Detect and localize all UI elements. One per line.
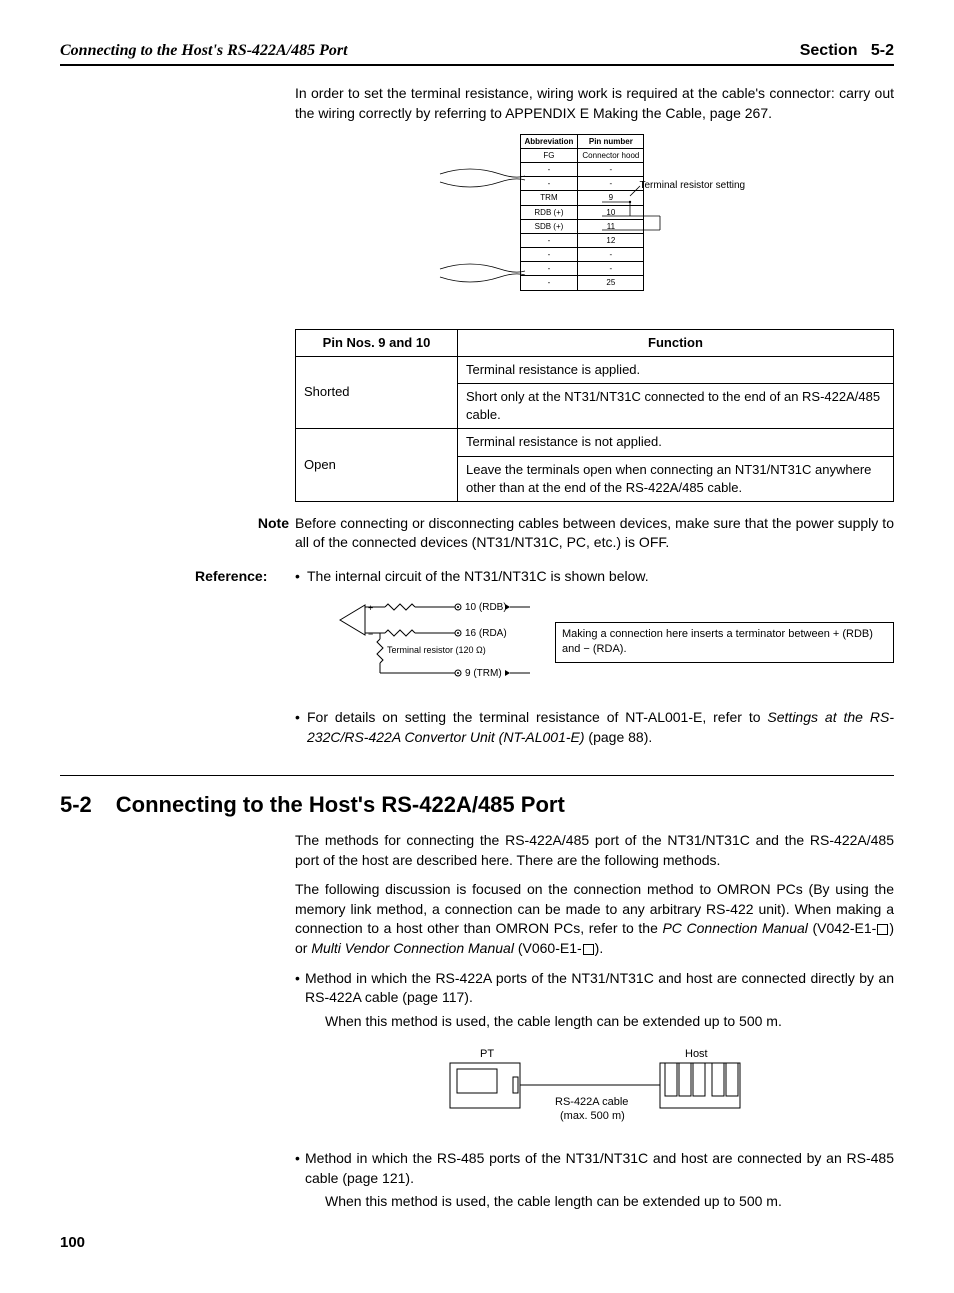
circuit-pin9: 9 (TRM)	[465, 668, 502, 679]
function-table: Pin Nos. 9 and 10 Function Shorted Termi…	[295, 329, 894, 502]
circuit-term: Terminal resistor (120 Ω)	[387, 645, 486, 655]
circuit-pin10: 10 (RDB)	[465, 602, 507, 613]
fig-host-label: Host	[685, 1048, 708, 1060]
svg-text:−: −	[368, 629, 373, 639]
pin-small-table: Abbreviation Pin number FGConnector hood…	[520, 134, 645, 291]
circuit-diagram: + − 10 (RDB) 16 (RDA)	[335, 595, 894, 690]
ref-bullet-1: The internal circuit of the NT31/NT31C i…	[307, 567, 894, 587]
bullet-icon: •	[295, 708, 307, 747]
page-header: Connecting to the Host's RS-422A/485 Por…	[60, 40, 894, 66]
fig-max-label: (max. 500 m)	[560, 1110, 625, 1122]
fig-cable-label: RS-422A cable	[555, 1096, 628, 1108]
method-2-sub: When this method is used, the cable leng…	[325, 1192, 894, 1212]
fig-pt-label: PT	[480, 1048, 494, 1060]
svg-text:+: +	[368, 603, 373, 613]
note-block: Note Before connecting or disconnecting …	[60, 514, 894, 553]
header-section: Section 5-2	[800, 40, 894, 62]
pin-diagram: Abbreviation Pin number FGConnector hood…	[430, 134, 760, 314]
section-divider	[60, 775, 894, 776]
box-symbol-icon	[583, 944, 594, 955]
reference-label: Reference:	[195, 567, 285, 755]
ref-bullet-2: For details on setting the terminal resi…	[307, 708, 894, 747]
method-1: • Method in which the RS-422A ports of t…	[295, 969, 894, 1008]
box-symbol-icon	[877, 924, 888, 935]
intro-paragraph: In order to set the terminal resistance,…	[295, 84, 894, 123]
page-number: 100	[60, 1232, 894, 1253]
section-p1: The methods for connecting the RS-422A/4…	[295, 831, 894, 870]
section-heading: 5-2 Connecting to the Host's RS-422A/485…	[60, 790, 894, 821]
circuit-pin16: 16 (RDA)	[465, 628, 507, 639]
note-text: Before connecting or disconnecting cable…	[295, 514, 894, 553]
connection-figure: PT Host RS-422A cable (max. 500 m)	[435, 1045, 755, 1131]
note-label: Note	[241, 514, 289, 553]
bullet-icon: •	[295, 567, 307, 587]
circuit-desc: Making a connection here inserts a termi…	[555, 622, 894, 663]
header-title: Connecting to the Host's RS-422A/485 Por…	[60, 40, 348, 62]
method-1-sub: When this method is used, the cable leng…	[325, 1012, 894, 1032]
method-2: • Method in which the RS-485 ports of th…	[295, 1149, 894, 1188]
section-p2: The following discussion is focused on t…	[295, 880, 894, 958]
term-resistor-label: Terminal resistor setting	[640, 179, 746, 193]
reference-block: Reference: • The internal circuit of the…	[60, 567, 894, 755]
